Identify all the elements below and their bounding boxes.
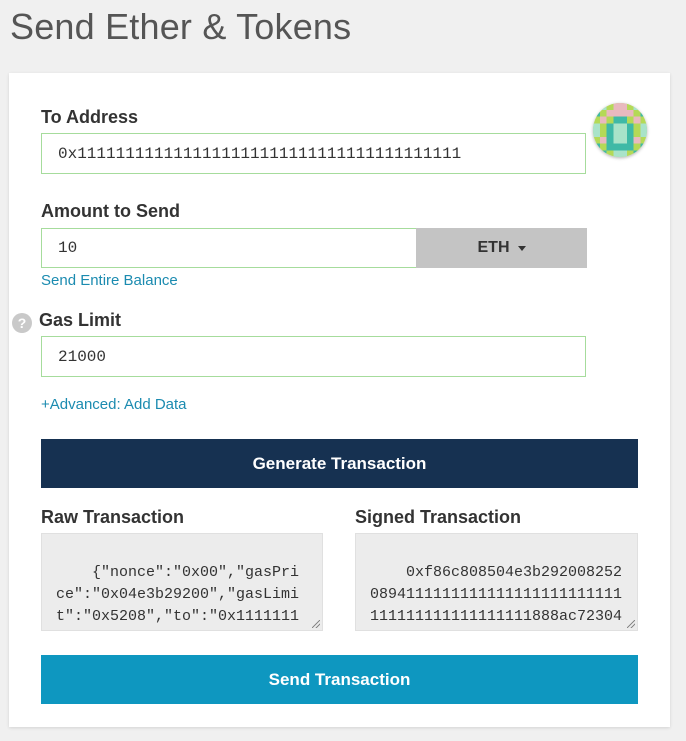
page-title: Send Ether & Tokens [10,6,352,47]
currency-label: ETH [477,239,510,256]
raw-transaction-label: Raw Transaction [41,507,185,527]
address-identicon [593,103,647,157]
currency-dropdown[interactable]: ETH [416,228,587,268]
advanced-add-data-link[interactable]: +Advanced: Add Data [41,396,187,413]
signed-transaction-label: Signed Transaction [355,507,522,527]
signed-transaction-text: 0xf86c808504e3b2920082520894111111111111… [370,564,623,625]
send-entire-balance-link[interactable]: Send Entire Balance [41,272,178,289]
gas-limit-input[interactable]: 21000 [41,336,586,377]
resize-handle-icon[interactable] [312,620,320,628]
amount-label: Amount to Send [41,201,180,221]
send-form-card: To Address 0x111111111111111111111111111… [9,73,670,727]
to-address-input[interactable]: 0x11111111111111111111111111111111111111… [41,133,586,174]
amount-input[interactable]: 10 [41,228,418,268]
gas-limit-label: Gas Limit [39,310,122,330]
send-transaction-button[interactable]: Send Transaction [41,655,638,704]
resize-handle-icon[interactable] [627,620,635,628]
help-icon[interactable]: ? [12,313,32,333]
caret-down-icon [517,245,526,251]
raw-transaction-textarea[interactable]: {"nonce":"0x00","gasPrice":"0x04e3b29200… [41,533,323,631]
signed-transaction-textarea[interactable]: 0xf86c808504e3b2920082520894111111111111… [355,533,638,631]
raw-transaction-text: {"nonce":"0x00","gasPrice":"0x04e3b29200… [56,564,300,625]
generate-transaction-button[interactable]: Generate Transaction [41,439,638,488]
to-address-label: To Address [41,107,139,127]
